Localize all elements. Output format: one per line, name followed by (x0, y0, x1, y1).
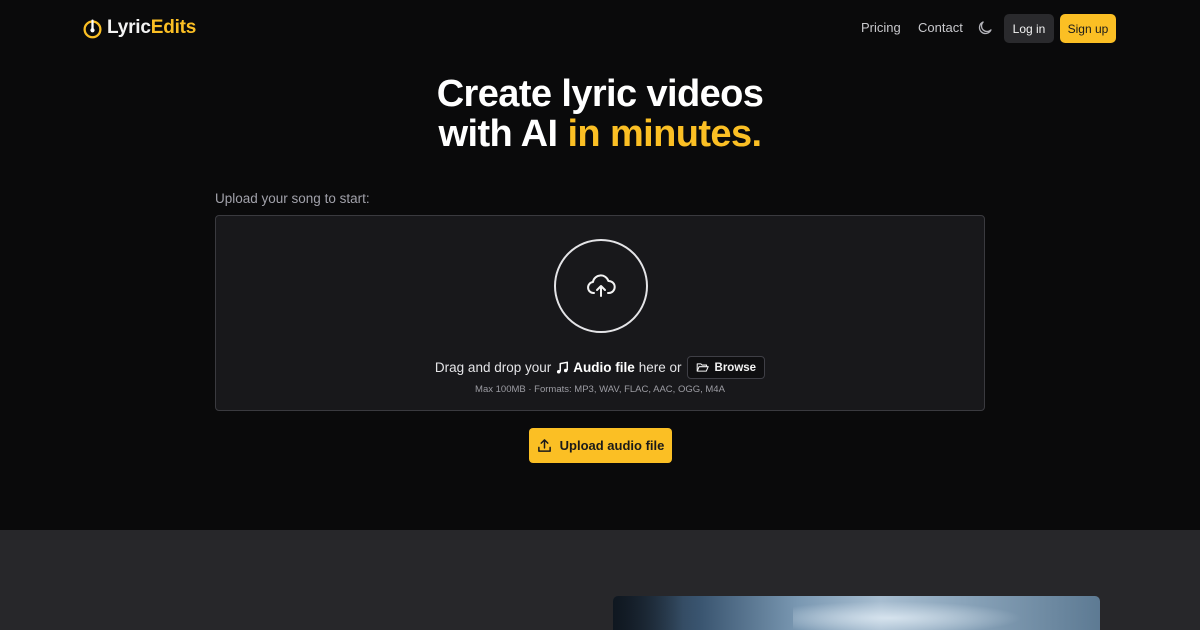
dropzone-instructions: Drag and drop your Audio file here or Br… (216, 356, 984, 379)
nav-pricing-link[interactable]: Pricing (861, 20, 901, 35)
drop-prefix: Drag and drop your (434, 360, 552, 375)
brand-name: LyricEdits (107, 17, 197, 38)
browse-button[interactable]: Browse (686, 356, 766, 379)
audio-dropzone[interactable]: Drag and drop your Audio file here or Br… (215, 215, 985, 411)
drop-suffix: here or (638, 360, 682, 375)
upload-audio-label: Upload audio file (559, 438, 665, 453)
upload-icon (537, 439, 551, 452)
hero-title: Create lyric videos with AI in minutes. (0, 74, 1200, 154)
logo-icon (83, 18, 102, 38)
hero-title-line1: Create lyric videos (436, 73, 764, 115)
moon-icon (978, 21, 992, 35)
upload-formats-note: Max 100MB · Formats: MP3, WAV, FLAC, AAC… (475, 384, 725, 395)
login-button[interactable]: Log in (1004, 14, 1054, 43)
hero-section: LyricEdits Pricing Contact Log in Sign u… (0, 0, 1200, 530)
upload-cloud-button[interactable] (554, 239, 648, 333)
hero-title-line2: with AI (438, 113, 559, 155)
signup-button[interactable]: Sign up (1060, 14, 1116, 43)
brand-logo[interactable]: LyricEdits (82, 16, 196, 40)
folder-open-icon (696, 363, 709, 372)
theme-toggle-button[interactable] (976, 19, 994, 37)
nav-contact-link[interactable]: Contact (918, 20, 963, 35)
preview-image (613, 596, 1100, 630)
music-note-icon (557, 361, 569, 374)
upload-audio-button[interactable]: Upload audio file (529, 428, 672, 463)
file-type-label: Audio file (573, 360, 635, 375)
browse-label: Browse (714, 361, 757, 374)
top-nav: LyricEdits Pricing Contact Log in Sign u… (0, 0, 1200, 56)
cloud-upload-icon (587, 274, 616, 297)
upload-label: Upload your song to start: (215, 191, 370, 206)
hero-title-accent: in minutes. (567, 113, 762, 155)
